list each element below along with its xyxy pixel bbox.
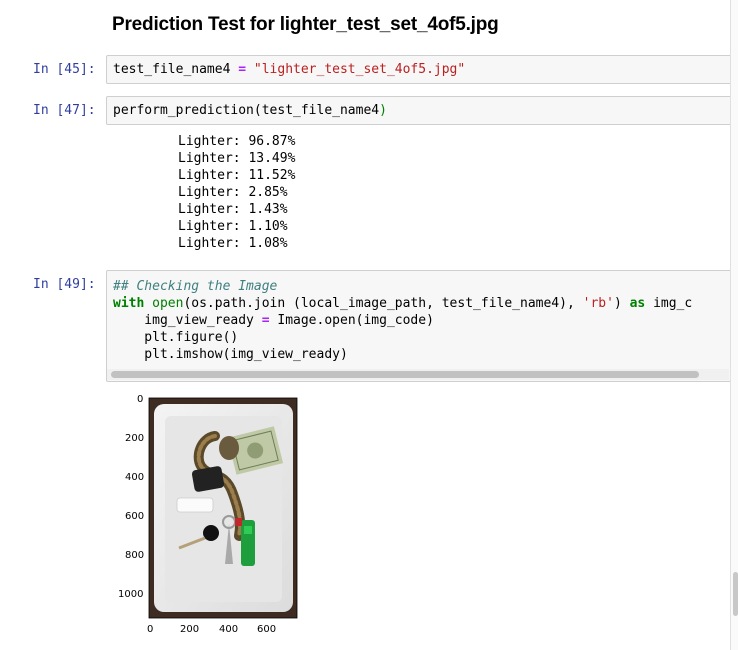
y-tick-label: 1000 [118, 589, 144, 600]
page-scrollbar-thumb[interactable] [733, 572, 738, 616]
prediction-output-line: Lighter: 1.43% [178, 202, 288, 217]
photo-axes [148, 397, 298, 619]
prediction-output-line: Lighter: 2.85% [178, 185, 288, 200]
y-tick-label: 0 [137, 394, 144, 405]
prediction-output-line: Lighter: 96.87% [178, 134, 296, 149]
code-comment: ## Checking the Image [113, 279, 278, 294]
cell-prompt-47: In [47]: [33, 103, 96, 118]
code-cell-49[interactable]: ## Checking the Image with open(os.path.… [106, 270, 738, 382]
x-tick-label: 600 [257, 624, 277, 635]
section-heading: Prediction Test for lighter_test_set_4of… [112, 14, 499, 35]
code-line: test_file_name4 = "lighter_test_set_4of5… [113, 62, 466, 77]
x-tick-label: 200 [180, 624, 200, 635]
page-scrollbar[interactable] [730, 0, 738, 650]
white-lighter [176, 497, 214, 513]
red-tag [235, 518, 242, 526]
prediction-output-line: Lighter: 13.49% [178, 151, 296, 166]
code-line: img_view_ready = Image.open(img_code) [113, 313, 434, 328]
cell-prompt-45: In [45]: [33, 62, 96, 77]
code-cell-45[interactable]: test_file_name4 = "lighter_test_set_4of5… [106, 55, 738, 84]
cell-prompt-49: In [49]: [33, 277, 96, 292]
code-line: plt.figure() [113, 330, 239, 345]
code-line: plt.imshow(img_view_ready) [113, 347, 348, 362]
horizontal-scrollbar[interactable] [107, 369, 729, 380]
prediction-output-line: Lighter: 1.08% [178, 236, 288, 251]
car-key [203, 525, 219, 541]
code-cell-47[interactable]: perform_prediction(test_file_name4) [106, 96, 738, 125]
prediction-output-line: Lighter: 11.52% [178, 168, 296, 183]
y-tick-label: 400 [125, 472, 145, 483]
code-line: perform_prediction(test_file_name4) [113, 103, 387, 118]
coin-pouch [219, 436, 239, 460]
scrollbar-thumb[interactable] [111, 371, 699, 378]
code-line: with open(os.path.join (local_image_path… [113, 296, 693, 311]
x-tick-label: 0 [147, 624, 154, 635]
y-tick-label: 200 [125, 433, 145, 444]
y-tick-label: 800 [125, 550, 145, 561]
prediction-output-line: Lighter: 1.10% [178, 219, 288, 234]
x-tick-label: 400 [219, 624, 239, 635]
y-tick-label: 600 [125, 511, 145, 522]
